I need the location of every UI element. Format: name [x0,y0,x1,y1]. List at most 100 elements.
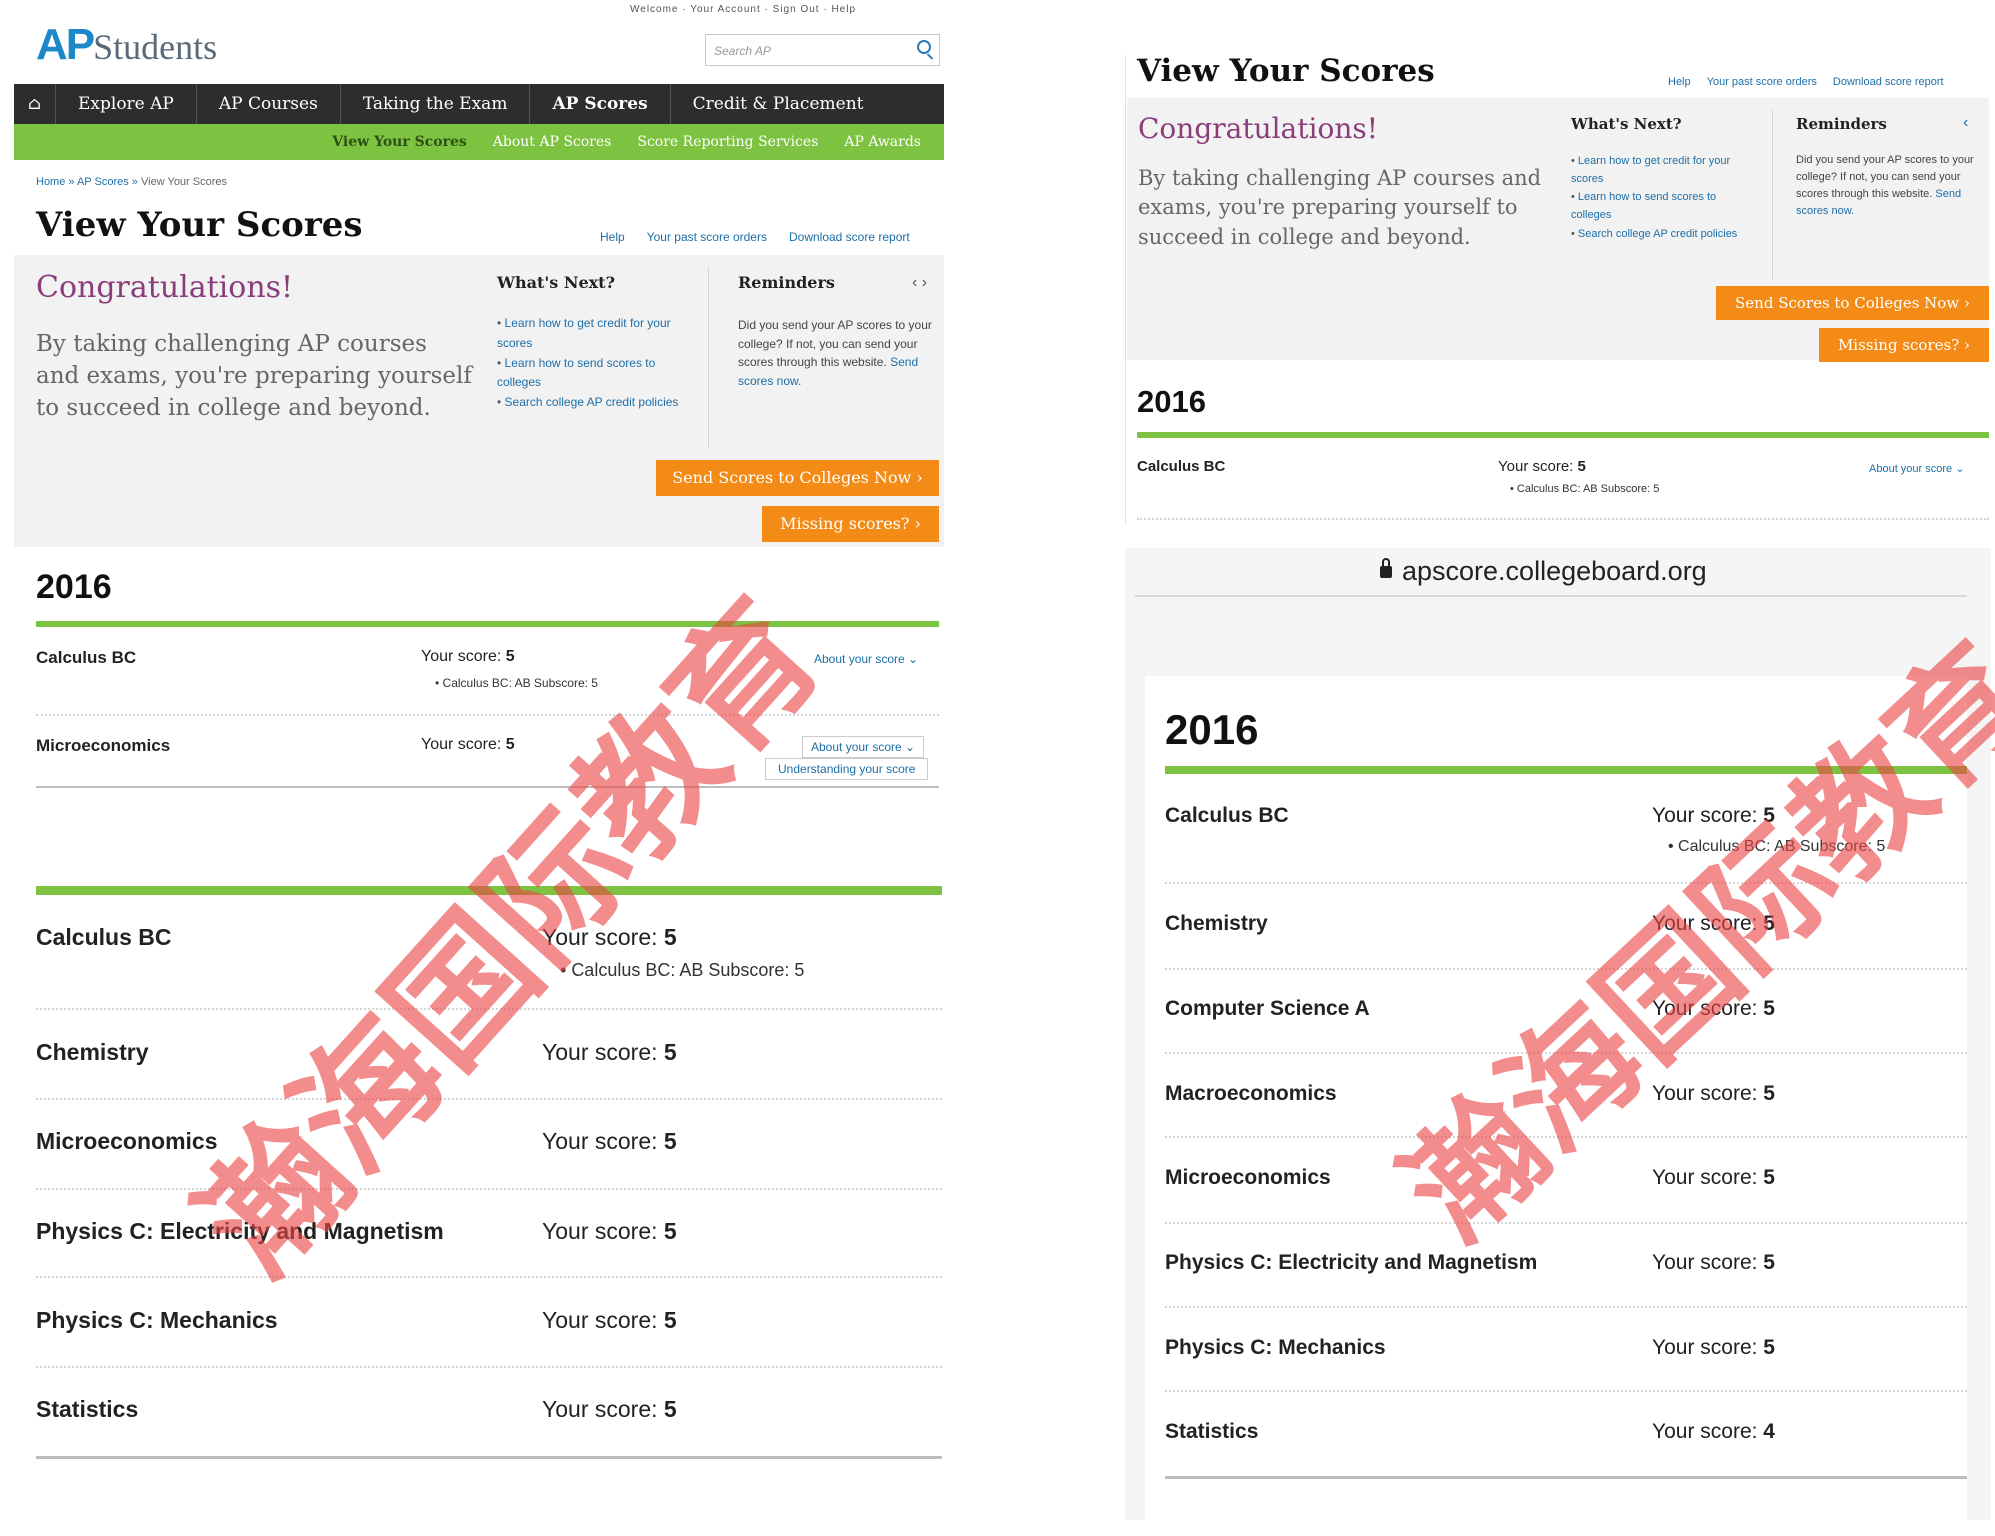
congrats-heading: Congratulations! [1138,112,1378,145]
search-box[interactable]: Search AP [705,34,940,66]
course-score: Your score: 5 [1652,912,1775,935]
top-account-links[interactable]: Welcome · Your Account · Sign Out · Help [630,4,856,15]
nav-ap-courses[interactable]: AP Courses [197,84,341,124]
row-divider [36,714,939,716]
course-score: Your score: 5 [542,1218,677,1244]
year-heading: 2016 [36,568,112,606]
whats-next-item[interactable]: Learn how to send scores to colleges [1571,188,1756,224]
whats-next-list: Learn how to get credit for your scores … [1571,152,1756,243]
nav-taking-exam[interactable]: Taking the Exam [341,84,531,124]
logo-ap: AP [36,20,95,69]
course-score: Your score: 5 [1652,997,1775,1020]
course-name: Calculus BC [36,924,172,950]
download-report-link[interactable]: Download score report [1833,76,1944,88]
breadcrumb: Home » AP Scores » View Your Scores [36,176,228,188]
reminders-body: Did you send your AP scores to your coll… [738,316,933,390]
logo-students: Students [93,27,218,67]
row-divider [36,1098,942,1100]
missing-scores-button[interactable]: Missing scores? › [1819,328,1989,362]
year-divider [1137,432,1989,438]
search-icon[interactable] [917,40,931,54]
understanding-score-link[interactable]: Understanding your score [765,758,929,780]
help-link[interactable]: Help [1668,76,1691,88]
nav-credit-placement[interactable]: Credit & Placement [671,84,886,124]
address-bar[interactable]: apscore.collegeboard.org [1380,556,1707,587]
subnav-about-scores[interactable]: About AP Scores [480,134,625,150]
course-score: Your score: 5 [542,1307,677,1333]
send-scores-button[interactable]: Send Scores to Colleges Now › [656,460,939,496]
about-score-toggle[interactable]: About your score ⌄ [1869,462,1964,475]
subnav-view-scores[interactable]: View Your Scores [319,134,479,150]
course-score: Your score: 4 [1652,1420,1775,1443]
year-divider [36,621,939,627]
course-subscore: • Calculus BC: AB Subscore: 5 [560,960,805,980]
whats-next-title: What's Next? [497,273,615,292]
nav-ap-scores[interactable]: AP Scores [530,84,671,124]
download-report-link[interactable]: Download score report [789,230,910,244]
about-score-toggle-open[interactable]: About your score ⌄ [802,736,925,758]
row-divider [36,1366,942,1368]
section-end-line [1165,1476,1967,1479]
course-name: Microeconomics [1165,1166,1331,1189]
course-name: Physics C: Electricity and Magnetism [1165,1251,1538,1274]
course-score: Your score: 5 [421,648,515,665]
send-scores-button[interactable]: Send Scores to Colleges Now › [1716,286,1989,320]
home-icon[interactable]: ⌂ [14,84,56,124]
row-divider [36,1008,942,1010]
course-name: Calculus BC [1165,804,1289,827]
course-score: Your score: 5 [542,1039,677,1065]
row-divider [1165,1136,1967,1138]
nav-explore-ap[interactable]: Explore AP [56,84,197,124]
reminders-body: Did you send your AP scores to your coll… [1796,152,1981,220]
course-subscore: • Calculus BC: AB Subscore: 5 [1510,483,1660,495]
page-title: View Your Scores [36,205,363,245]
year-heading: 2016 [1165,706,1259,753]
year-divider [1165,766,1967,774]
subnav-ap-awards[interactable]: AP Awards [831,134,934,150]
course-name: Chemistry [36,1039,149,1065]
hero-body: By taking challenging AP courses and exa… [1138,166,1542,249]
whats-next-item[interactable]: Search college AP credit policies [1571,225,1756,243]
past-orders-link[interactable]: Your past score orders [1707,76,1817,88]
hero-body: By taking challenging AP courses and exa… [36,331,472,422]
whats-next-item[interactable]: Learn how to send scores to colleges [497,354,692,394]
course-name: Chemistry [1165,912,1268,935]
reminders-arrows[interactable]: ‹ › [912,274,927,292]
crumb-home[interactable]: Home [36,176,65,188]
about-score-toggle[interactable]: About your score ⌄ [814,652,918,666]
course-name: Microeconomics [36,736,171,755]
subnav-score-reporting[interactable]: Score Reporting Services [624,134,831,150]
column-divider [1772,110,1773,280]
course-name: Physics C: Electricity and Magnetism [36,1218,444,1244]
whats-next-item[interactable]: Learn how to get credit for your scores [497,314,692,354]
whats-next-item[interactable]: Search college AP credit policies [497,393,692,413]
crumb-ap-scores[interactable]: AP Scores [77,176,129,188]
toolbar-links: Help Your past score orders Download sco… [1668,76,1944,88]
help-link[interactable]: Help [600,230,625,244]
row-divider [1165,1222,1967,1224]
course-score: Your score: 5 [1652,1166,1775,1189]
ap-students-logo[interactable]: APStudents [36,20,276,80]
course-name: Calculus BC [36,648,137,667]
course-name: Statistics [1165,1420,1259,1443]
course-score: Your score: 5 [1498,458,1586,475]
bar-divider [1135,595,1967,597]
reminders-title: Reminders [738,273,835,292]
row-divider [1165,882,1967,884]
course-name: Physics C: Mechanics [1165,1336,1386,1359]
reminders-title: Reminders [1796,115,1887,133]
reminders-arrow[interactable]: ‹ [1963,114,1968,132]
past-orders-link[interactable]: Your past score orders [647,230,767,244]
search-placeholder: Search AP [714,44,771,58]
row-divider [1165,1390,1967,1392]
whats-next-item[interactable]: Learn how to get credit for your scores [1571,152,1756,188]
course-name: Statistics [36,1396,139,1422]
course-name: Calculus BC [1137,458,1226,475]
course-score: Your score: 5 [1652,1082,1775,1105]
frame-edge [1125,55,1126,525]
url-text: apscore.collegeboard.org [1402,556,1707,586]
missing-scores-button[interactable]: Missing scores? › [762,506,939,542]
course-subscore: • Calculus BC: AB Subscore: 5 [435,676,598,690]
crumb-current: View Your Scores [140,176,228,188]
course-name: Computer Science A [1165,997,1370,1020]
